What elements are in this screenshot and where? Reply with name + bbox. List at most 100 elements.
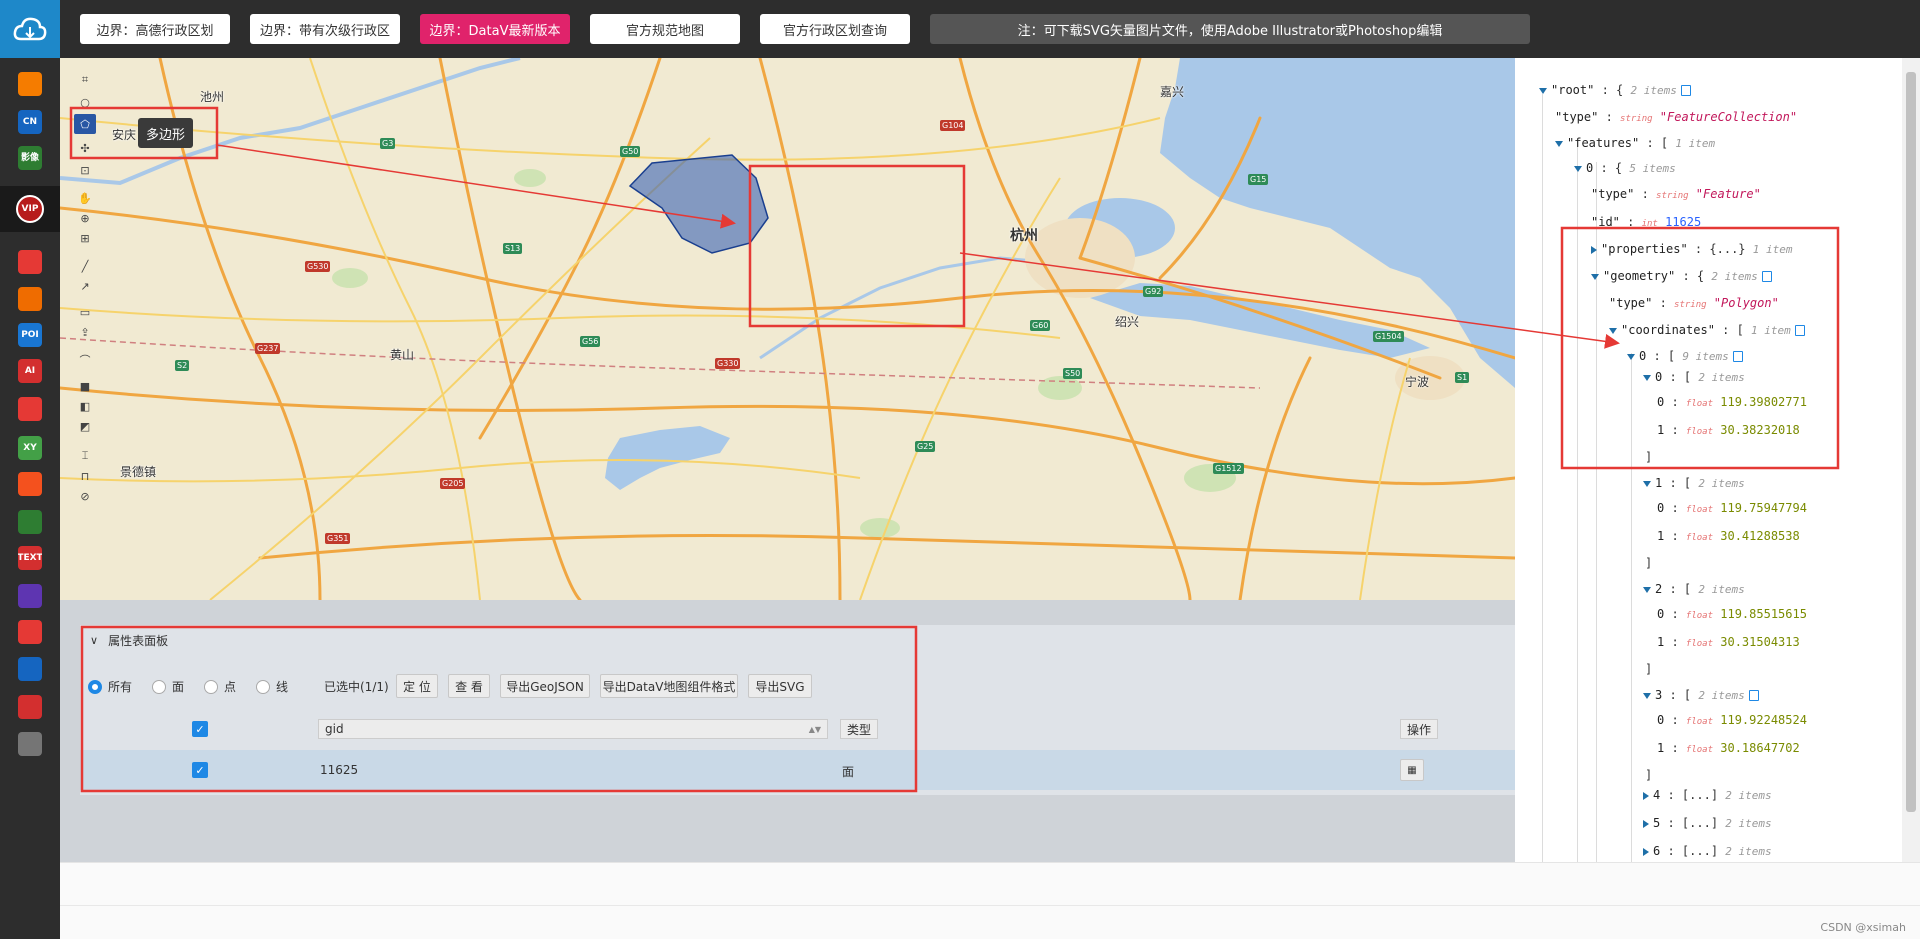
copy-icon[interactable] xyxy=(1748,690,1759,701)
column-header-action[interactable]: 操作 xyxy=(1400,719,1438,739)
cloud-logo-icon[interactable] xyxy=(0,0,60,58)
upload-tool-icon[interactable]: ⇪ xyxy=(74,322,96,342)
pan-tool-icon[interactable]: ✋ xyxy=(74,188,96,208)
json-point-y[interactable]: 1 : float 30.38232018 xyxy=(1657,421,1800,439)
fill-tool-icon[interactable]: ■ xyxy=(74,376,96,396)
copy-icon[interactable] xyxy=(1794,325,1805,336)
select-all-checkbox[interactable]: ✓ xyxy=(192,721,208,737)
json-point-collapsed[interactable]: 5 : [...] 2 items xyxy=(1643,814,1772,832)
locate-button[interactable]: 定 位 xyxy=(396,674,438,698)
scrollbar-thumb[interactable] xyxy=(1906,72,1916,812)
json-point-x[interactable]: 0 : float 119.75947794 xyxy=(1657,499,1807,517)
crop-tool-icon[interactable]: ⊓ xyxy=(74,466,96,486)
sort-icon[interactable]: ▲▼ xyxy=(809,725,821,734)
collapse-icon[interactable] xyxy=(1643,847,1649,856)
json-feature-0-node[interactable]: 0 : { 5 items xyxy=(1574,159,1676,177)
json-ring-node[interactable]: 0 : [ 9 items xyxy=(1627,347,1743,365)
row-checkbox[interactable]: ✓ xyxy=(192,762,208,778)
json-coordinates-node[interactable]: "coordinates" : [ 1 item xyxy=(1609,321,1805,339)
json-root-node[interactable]: "root" : { 2 items xyxy=(1539,81,1691,99)
expand-icon[interactable] xyxy=(1643,586,1651,593)
pie-chart-icon[interactable] xyxy=(18,397,42,421)
view-button[interactable]: 查 看 xyxy=(448,674,490,698)
stamp-icon[interactable] xyxy=(18,620,42,644)
erase-tool-icon[interactable]: ⊘ xyxy=(74,486,96,506)
terminal-icon[interactable] xyxy=(18,732,42,756)
expand-icon[interactable] xyxy=(1555,140,1563,147)
copy-icon[interactable] xyxy=(1732,351,1743,362)
json-feature-id-node[interactable]: "id" : int 11625 xyxy=(1591,213,1701,231)
json-feature-type-node[interactable]: "type" : string "Feature" xyxy=(1591,185,1761,203)
curve-tool-icon[interactable]: ⌒ xyxy=(74,350,96,370)
chevron-down-icon[interactable]: ∨ xyxy=(90,634,98,647)
line-tool-icon[interactable]: ╱ xyxy=(74,256,96,276)
expand-icon[interactable] xyxy=(1627,353,1635,360)
text-icon[interactable]: TEXT xyxy=(18,546,42,570)
arrow-tool-icon[interactable]: ↗ xyxy=(74,276,96,296)
official-map-button[interactable]: 官方规范地图 xyxy=(590,14,740,44)
home-icon[interactable] xyxy=(18,72,42,96)
row-action-icon[interactable]: ▦ xyxy=(1400,759,1424,781)
filter-polygon-radio[interactable]: 面 xyxy=(152,678,184,695)
filter-line-radio[interactable]: 线 xyxy=(256,678,288,695)
json-geometry-type-node[interactable]: "type" : string "Polygon" xyxy=(1609,294,1779,312)
json-point-y[interactable]: 1 : float 30.31504313 xyxy=(1657,633,1800,651)
xy-icon[interactable]: XY xyxy=(18,436,42,460)
filter-point-radio[interactable]: 点 xyxy=(204,678,236,695)
json-point-x[interactable]: 0 : float 119.92248524 xyxy=(1657,711,1807,729)
collapse-icon[interactable] xyxy=(1591,245,1597,254)
boundary-subregion-button[interactable]: 边界：带有次级行政区 xyxy=(250,14,400,44)
json-point-x[interactable]: 0 : float 119.85515615 xyxy=(1657,605,1807,623)
map-canvas[interactable]: 池州 安庆 黄山 景德镇 杭州 绍兴 宁波 嘉兴 G50 G3 G56 G60 … xyxy=(60,58,1515,600)
json-panel-scrollbar[interactable] xyxy=(1902,58,1920,862)
vip-icon[interactable]: VIP xyxy=(0,186,60,232)
export-geojson-button[interactable]: 导出GeoJSON xyxy=(500,674,590,698)
json-point-y[interactable]: 1 : float 30.18647702 xyxy=(1657,739,1800,757)
json-point-collapsed[interactable]: 4 : [...] 2 items xyxy=(1643,786,1772,804)
layer-tool-icon[interactable]: ◧ xyxy=(74,396,96,416)
poi-icon[interactable]: POI xyxy=(18,323,42,347)
bulb-icon[interactable] xyxy=(18,472,42,496)
select-tool-icon[interactable]: ⊞ xyxy=(74,228,96,248)
expand-icon[interactable] xyxy=(1591,273,1599,280)
expand-icon[interactable] xyxy=(1643,480,1651,487)
copy-icon[interactable] xyxy=(1761,271,1772,282)
rectangle-tool-icon[interactable]: ⌗ xyxy=(74,70,96,90)
china-map-icon[interactable] xyxy=(18,287,42,311)
json-type-node[interactable]: "type" : string "FeatureCollection" xyxy=(1555,108,1797,126)
move-tool-icon[interactable]: ✣ xyxy=(74,138,96,158)
filter-all-radio[interactable]: 所有 xyxy=(88,678,132,695)
table-row[interactable] xyxy=(80,750,1515,790)
json-point-node[interactable]: 0 : [ 2 items xyxy=(1643,368,1745,386)
color-wheel-icon[interactable] xyxy=(18,584,42,608)
json-geometry-node[interactable]: "geometry" : { 2 items xyxy=(1591,267,1772,285)
boundary-datav-button[interactable]: 边界：DataV最新版本 xyxy=(420,14,570,44)
json-features-node[interactable]: "features" : [ 1 item xyxy=(1555,134,1715,152)
satellite-icon[interactable]: 影像 xyxy=(18,146,42,170)
ai-icon[interactable]: AI xyxy=(18,359,42,383)
expand-icon[interactable] xyxy=(1609,327,1617,334)
export-datav-button[interactable]: 导出DataV地图组件格式 xyxy=(600,674,738,698)
fit-tool-icon[interactable]: ⊡ xyxy=(74,160,96,180)
json-point-node[interactable]: 3 : [ 2 items xyxy=(1643,686,1759,704)
merge-tool-icon[interactable]: ◩ xyxy=(74,416,96,436)
json-point-y[interactable]: 1 : float 30.41288538 xyxy=(1657,527,1800,545)
json-point-node[interactable]: 1 : [ 2 items xyxy=(1643,474,1745,492)
official-region-query-button[interactable]: 官方行政区划查询 xyxy=(760,14,910,44)
circle-tool-icon[interactable]: ○ xyxy=(74,92,96,112)
text-tool-icon[interactable]: ⌶ xyxy=(74,446,96,466)
point-tool-icon[interactable]: ⊕ xyxy=(74,208,96,228)
expand-icon[interactable] xyxy=(1574,165,1582,172)
collapse-icon[interactable] xyxy=(1643,791,1649,800)
expand-icon[interactable] xyxy=(1643,374,1651,381)
bar-icon[interactable] xyxy=(18,657,42,681)
json-point-collapsed[interactable]: 6 : [...] 2 items xyxy=(1643,842,1772,860)
cn-map-icon[interactable]: CN xyxy=(18,110,42,134)
polygon-tool-icon[interactable]: ⬠ xyxy=(74,114,96,134)
json-point-x[interactable]: 0 : float 119.39802771 xyxy=(1657,393,1807,411)
expand-icon[interactable] xyxy=(1643,692,1651,699)
copy-icon[interactable] xyxy=(1680,85,1691,96)
terminal-tool-icon[interactable]: ▭ xyxy=(74,302,96,322)
edit-icon[interactable] xyxy=(18,695,42,719)
json-properties-node[interactable]: "properties" : {...} 1 item xyxy=(1591,240,1793,258)
